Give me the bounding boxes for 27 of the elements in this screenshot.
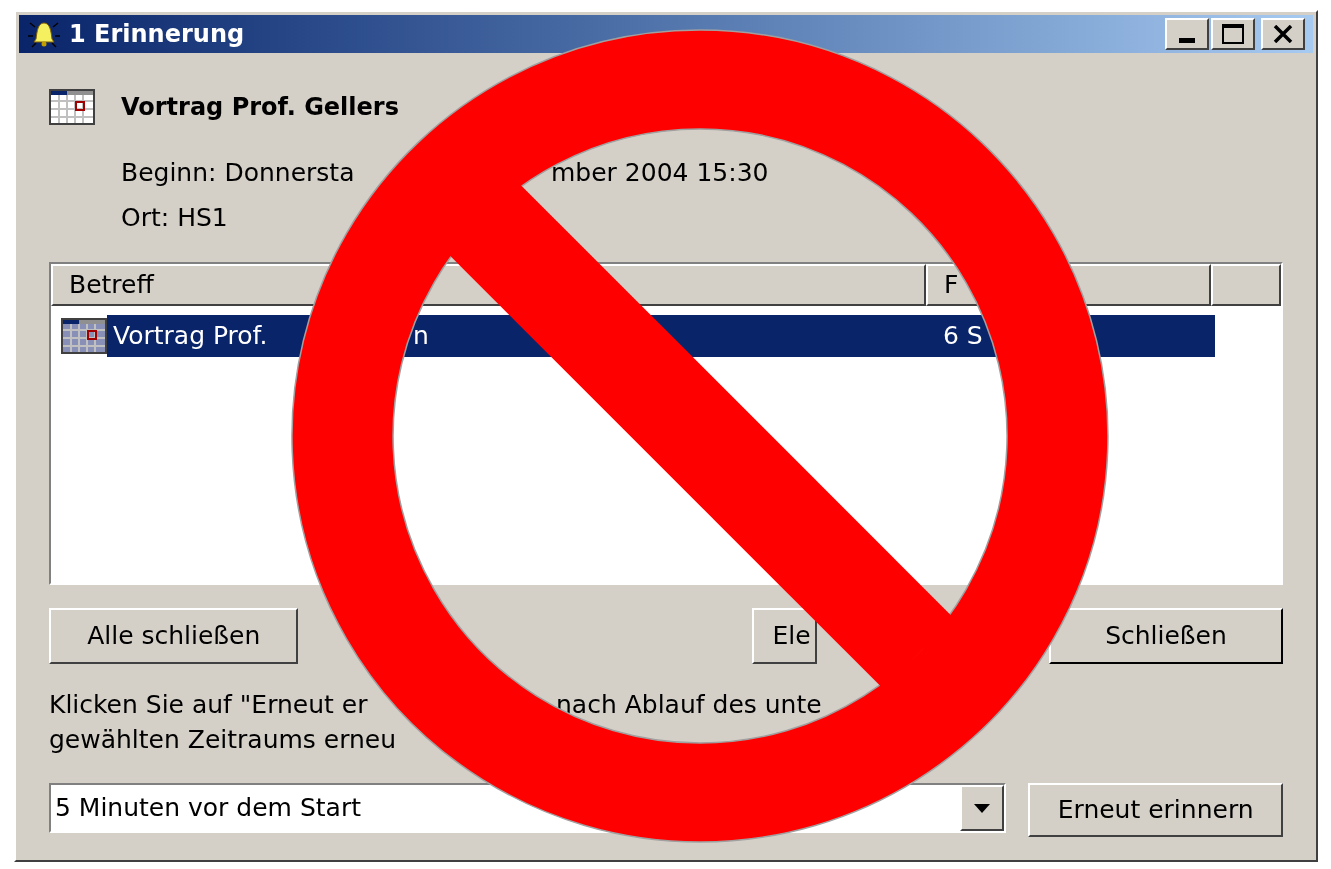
close-icon (1273, 25, 1293, 43)
start-time-text: mber 2004 15:30 (551, 158, 769, 188)
maximize-icon (1222, 24, 1244, 44)
instruction-text: Klicken Sie auf "Erneut er (49, 690, 369, 720)
start-time-text: Beginn: Donnersta (121, 158, 356, 188)
dropdown-value: 5 Minuten vor dem Start (54, 793, 362, 823)
snooze-button[interactable]: Erneut erinnern (1028, 783, 1283, 837)
dialog-button[interactable]: Ele (752, 608, 817, 664)
row-due: 6 S (943, 321, 983, 351)
minimize-button[interactable] (1165, 18, 1209, 50)
row-subject: Vortrag Prof. (112, 321, 269, 351)
maximize-button[interactable] (1211, 18, 1255, 50)
dropdown-arrow-button[interactable] (960, 785, 1005, 831)
row-subject: n (413, 321, 430, 351)
reminder-subject: Vortrag Prof. Gellers (121, 92, 399, 122)
close-button[interactable] (1261, 18, 1305, 50)
location-text: Ort: HS1 (121, 203, 229, 233)
instruction-text: gewählten Zeitraums erneu (49, 725, 398, 755)
instruction-text: nach Ablauf des unte (556, 690, 822, 720)
bell-icon (27, 19, 61, 49)
calendar-icon (61, 318, 107, 354)
minimize-icon (1179, 38, 1195, 43)
dialog-button[interactable]: Schließen (1049, 608, 1283, 664)
window-title: 1 Erinnerung (69, 19, 246, 49)
dialog-button[interactable]: Alle schließen (49, 608, 299, 664)
caret-icon (974, 803, 991, 813)
calendar-icon (49, 89, 95, 125)
